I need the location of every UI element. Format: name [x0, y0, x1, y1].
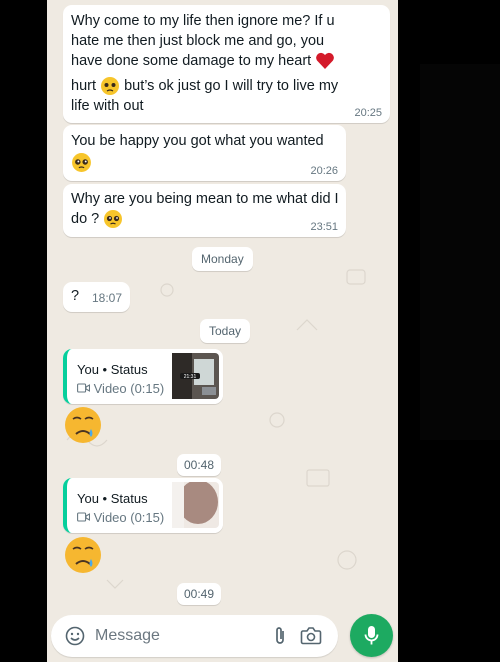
status-author: You • Status [77, 362, 148, 377]
message-text: ? [71, 288, 80, 304]
status-quote[interactable]: You • Status Video (0:15) 21:31 [63, 349, 223, 404]
message-time: 20:26 [310, 165, 338, 177]
message-text: Why are you being mean to me what did I … [71, 189, 341, 229]
svg-text:21:31: 21:31 [184, 374, 197, 380]
voice-message-button[interactable] [350, 614, 393, 657]
message-time: 18:07 [91, 291, 122, 305]
status-reply-bubble[interactable]: You • Status Video (0:15) 21:31 [63, 349, 223, 404]
emoji-icon[interactable] [65, 626, 85, 646]
message-time: 00:49 [177, 583, 222, 605]
mic-icon [364, 626, 379, 645]
sad-tear-face-icon[interactable] [63, 535, 103, 575]
camera-icon[interactable] [300, 626, 322, 646]
status-author: You • Status [77, 491, 148, 506]
status-quote[interactable]: You • Status Video (0:15) [63, 478, 223, 533]
status-thumbnail: 21:31 [172, 353, 219, 399]
message-time: 23:51 [310, 221, 338, 233]
status-reply-bubble[interactable]: You • Status Video (0:15) [63, 478, 223, 533]
sad-tear-face-icon[interactable] [63, 405, 103, 445]
message-composer[interactable]: Message [51, 615, 338, 657]
message-input[interactable]: Message [95, 627, 160, 645]
message-text: Why come to my life then ignore me? If u… [71, 13, 335, 70]
chat-screen: Why come to my life then ignore me? If u… [47, 0, 398, 662]
pleading-face-icon [72, 153, 91, 172]
pleading-face-icon [104, 210, 123, 229]
message-text: You be happy you got what you wanted [71, 133, 324, 149]
video-icon [77, 512, 91, 522]
message-bubble[interactable]: Why come to my life then ignore me? If u… [63, 5, 390, 123]
pleading-face-icon [101, 77, 120, 96]
video-icon [77, 383, 91, 393]
red-heart-icon [316, 53, 335, 70]
message-bubble[interactable]: You be happy you got what you wanted 20:… [63, 125, 346, 181]
message-bubble[interactable]: ? 18:07 [63, 282, 130, 312]
attach-icon[interactable] [273, 626, 287, 646]
message-time: 00:48 [177, 454, 222, 476]
date-chip-today: Today [200, 319, 251, 343]
message-bubble[interactable]: Why are you being mean to me what did I … [63, 184, 346, 237]
date-chip-monday: Monday [192, 247, 253, 271]
message-time: 20:25 [354, 107, 382, 119]
background-device [420, 64, 500, 440]
status-thumbnail [172, 482, 219, 528]
